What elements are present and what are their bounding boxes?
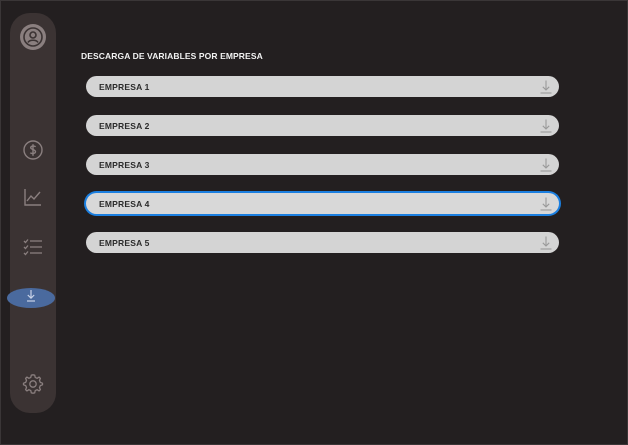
company-label: EMPRESA 5 [99, 237, 150, 248]
company-download-row-5[interactable]: EMPRESA 5 [86, 232, 559, 253]
dollar-circle-icon [22, 139, 44, 161]
line-chart-icon [22, 186, 44, 208]
app-window: DESCARGA DE VARIABLES POR EMPRESA EMPRES… [0, 0, 628, 445]
company-download-row-1[interactable]: EMPRESA 1 [86, 76, 559, 97]
download-icon[interactable] [539, 235, 553, 251]
gear-icon [22, 373, 44, 395]
user-circle-icon [22, 26, 44, 48]
sidebar-item-finance[interactable] [21, 138, 45, 162]
checklist-icon [22, 236, 44, 258]
sidebar [10, 13, 56, 413]
sidebar-item-checklist[interactable] [21, 235, 45, 259]
sidebar-item-settings[interactable] [21, 372, 45, 396]
company-download-row-4[interactable]: EMPRESA 4 [86, 193, 559, 214]
page-title: DESCARGA DE VARIABLES POR EMPRESA [81, 50, 263, 61]
download-icon[interactable] [539, 118, 553, 134]
sidebar-item-profile[interactable] [20, 24, 46, 50]
company-download-row-2[interactable]: EMPRESA 2 [86, 115, 559, 136]
sidebar-item-download[interactable] [7, 288, 55, 308]
sidebar-item-analytics[interactable] [21, 185, 45, 209]
company-label: EMPRESA 2 [99, 120, 150, 131]
download-icon [24, 288, 38, 309]
company-label: EMPRESA 3 [99, 159, 150, 170]
company-download-row-3[interactable]: EMPRESA 3 [86, 154, 559, 175]
company-label: EMPRESA 1 [99, 81, 150, 92]
company-label: EMPRESA 4 [99, 198, 150, 209]
download-icon[interactable] [539, 196, 553, 212]
download-icon[interactable] [539, 79, 553, 95]
download-icon[interactable] [539, 157, 553, 173]
